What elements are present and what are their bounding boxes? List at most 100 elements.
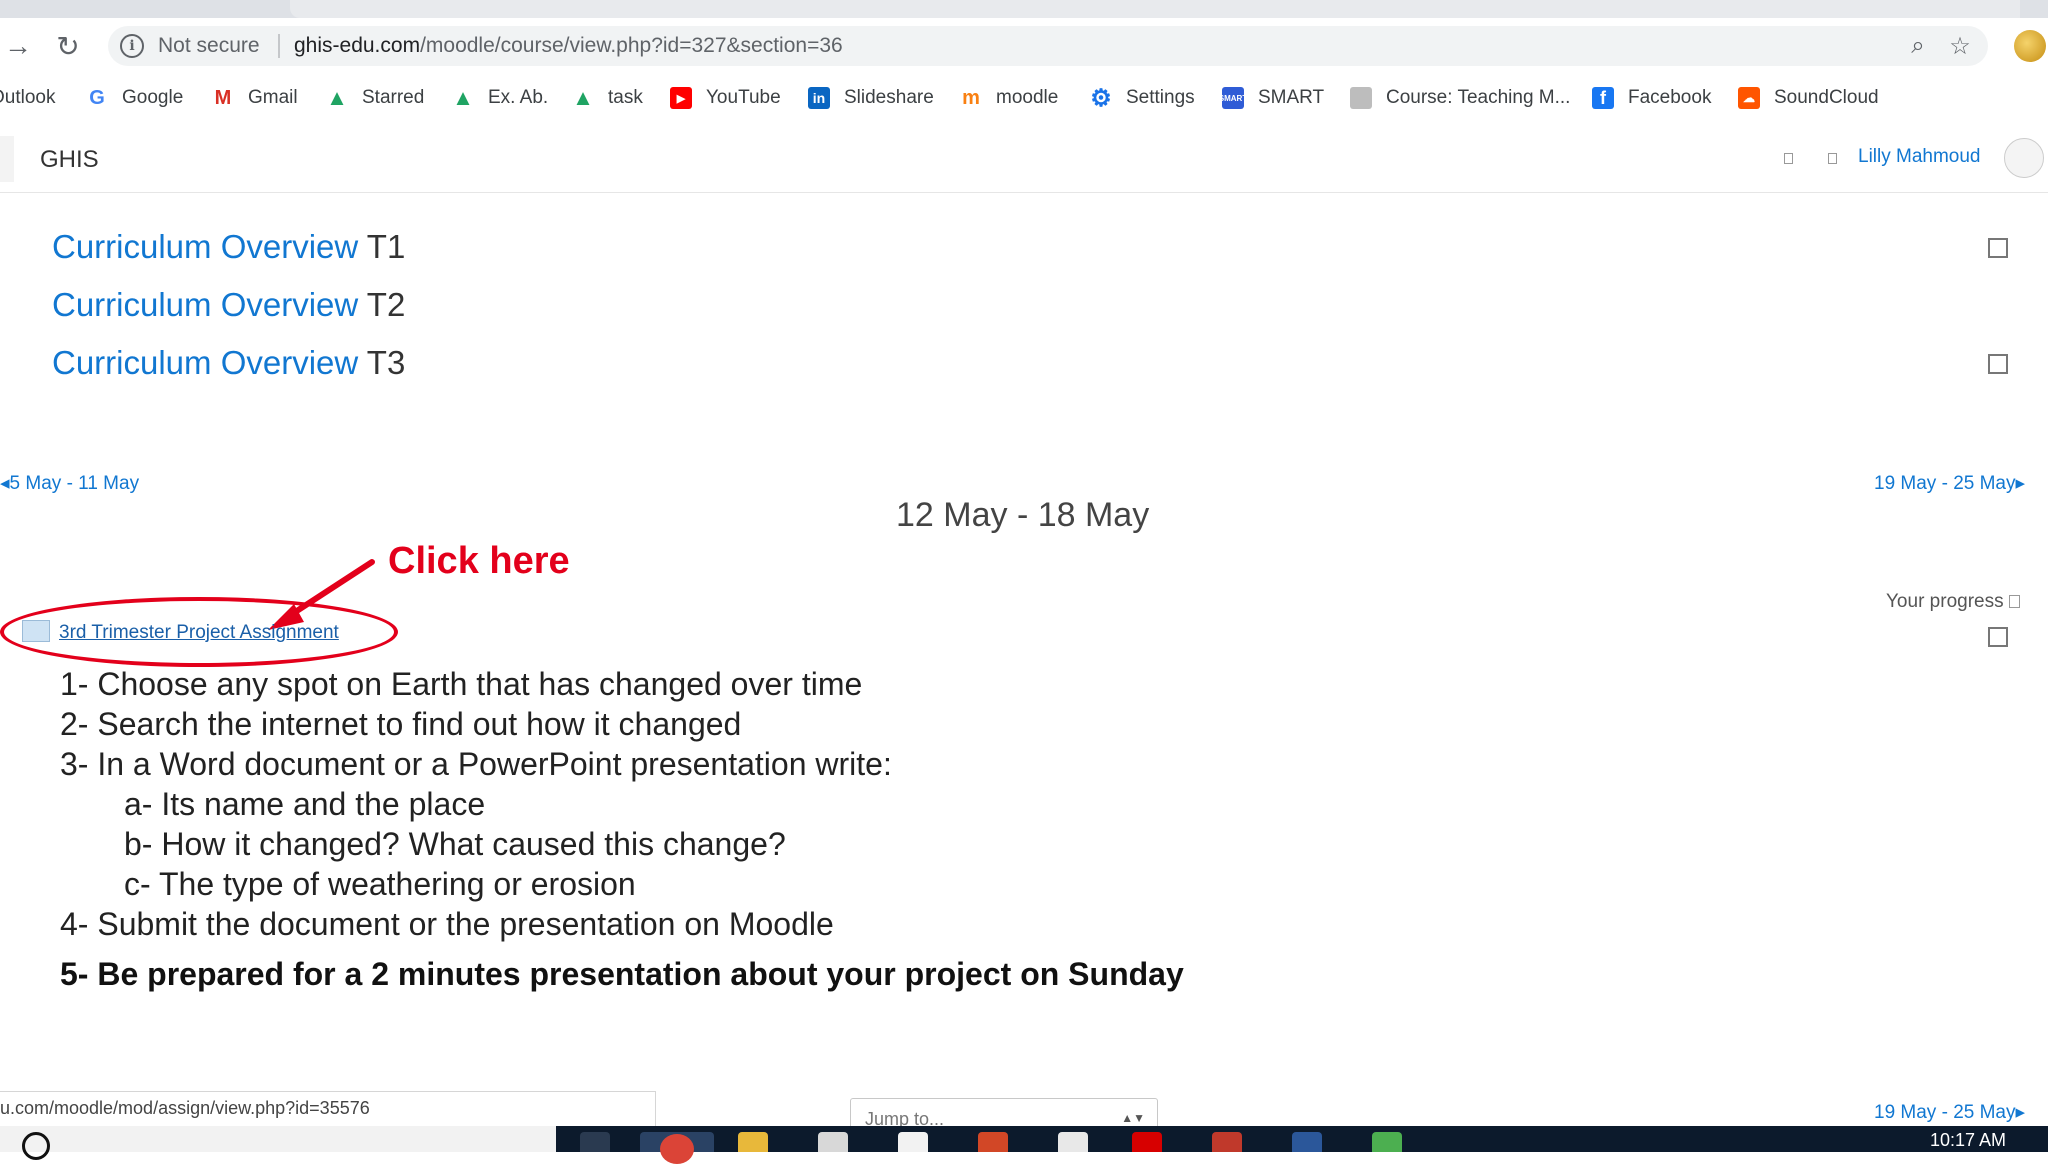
youtube-icon: ▶ — [670, 87, 692, 109]
bookmark-settings[interactable]: ⚙ Settings — [1090, 84, 1194, 112]
search-icon — [22, 1132, 50, 1160]
tab-strip — [0, 0, 2048, 18]
taskbar-clock[interactable]: 10:17 AM — [1930, 1130, 2006, 1151]
step-5: 5- Be prepared for a 2 minutes presentat… — [60, 956, 1184, 992]
app-icon[interactable] — [1372, 1132, 1402, 1152]
step-1: 1- Choose any spot on Earth that has cha… — [60, 666, 863, 702]
powerpoint-icon[interactable] — [978, 1132, 1008, 1152]
info-icon[interactable]: i — [120, 34, 144, 58]
bookmark-label: task — [608, 87, 643, 108]
bookmark-label: Gmail — [248, 87, 298, 108]
app-icon[interactable] — [1058, 1132, 1088, 1152]
google-drive-icon: ▲ — [326, 85, 348, 110]
bookmark-moodle[interactable]: m moodle — [960, 84, 1058, 112]
bookmark-label: YouTube — [706, 87, 781, 108]
prev-week-label: 5 May - 11 May — [9, 473, 140, 494]
address-bar[interactable]: i Not secure ghis-edu.com/moodle/course/… — [108, 26, 1988, 66]
drawer-toggle[interactable] — [0, 136, 14, 182]
curriculum-link-text[interactable]: Curriculum Overview — [52, 286, 358, 323]
completion-checkbox[interactable] — [1988, 238, 2008, 258]
messages-icon[interactable] — [1828, 153, 1837, 164]
profile-avatar[interactable] — [2014, 30, 2046, 62]
moodle-icon: m — [962, 86, 980, 109]
step-3c: c- The type of weathering or erosion — [124, 866, 636, 902]
bookmark-soundcloud[interactable]: ☁ SoundCloud — [1738, 84, 1879, 112]
completion-checkbox[interactable] — [1988, 354, 2008, 374]
security-label: Not secure — [158, 34, 260, 57]
word-icon[interactable] — [1292, 1132, 1322, 1152]
bookmark-label: SoundCloud — [1774, 87, 1879, 108]
bookmark-label: Outlook — [0, 87, 56, 108]
assignment-link[interactable]: 3rd Trimester Project Assignment — [59, 622, 339, 644]
chrome-taskbar-icon[interactable] — [640, 1132, 714, 1164]
user-name[interactable]: Lilly Mahmoud — [1858, 146, 1981, 168]
app-icon[interactable] — [1132, 1132, 1162, 1152]
curriculum-overview-t2[interactable]: Curriculum Overview T2 — [52, 286, 405, 324]
status-bar-url: u.com/moodle/mod/assign/view.php?id=3557… — [0, 1091, 656, 1127]
url-host: ghis-edu.com — [294, 34, 421, 57]
google-drive-icon: ▲ — [572, 85, 594, 110]
task-view-icon[interactable] — [580, 1132, 610, 1152]
assignment-completion-checkbox[interactable] — [1988, 627, 2008, 647]
bookmark-label: Starred — [362, 87, 425, 108]
active-tab[interactable] — [290, 0, 2020, 18]
google-drive-icon: ▲ — [452, 85, 474, 110]
curriculum-overview-t3[interactable]: Curriculum Overview T3 — [52, 344, 405, 382]
bookmark-gmail[interactable]: M Gmail — [212, 84, 298, 112]
help-icon[interactable] — [2008, 595, 2020, 609]
bookmark-label: Google — [122, 87, 184, 108]
next-week-label: 19 May - 25 May — [1874, 473, 2016, 494]
prev-week-link[interactable]: ◂5 May - 11 May — [0, 472, 139, 495]
assignment-icon — [22, 620, 50, 642]
curriculum-link-text[interactable]: Curriculum Overview — [52, 344, 358, 381]
next-week-link-bottom[interactable]: 19 May - 25 May▸ — [1874, 1101, 2025, 1124]
zoom-icon[interactable]: ⌕ — [1904, 32, 1932, 60]
site-brand[interactable]: GHIS — [40, 146, 99, 174]
bookmark-course[interactable]: Course: Teaching M... — [1350, 84, 1570, 112]
next-week-link[interactable]: 19 May - 25 May▸ — [1874, 472, 2025, 495]
file-explorer-icon[interactable] — [738, 1132, 768, 1152]
bookmark-outlook[interactable]: Outlook — [0, 84, 55, 112]
bookmark-facebook[interactable]: f Facebook — [1592, 84, 1711, 112]
curriculum-term: T1 — [366, 228, 406, 265]
linkedin-icon: in — [808, 87, 830, 109]
bookmark-slideshare[interactable]: in Slideshare — [808, 84, 934, 112]
bookmark-starred[interactable]: ▲ Starred — [326, 84, 424, 112]
user-avatar[interactable] — [2004, 138, 2044, 178]
bookmarks-bar: Outlook G Google M Gmail ▲ Starred ▲ Ex. Ab.… — [0, 74, 2048, 125]
gear-icon: ⚙ — [1090, 84, 1112, 112]
soundcloud-icon: ☁ — [1738, 87, 1760, 109]
step-2: 2- Search the internet to find out how i… — [60, 706, 742, 742]
store-icon[interactable] — [818, 1132, 848, 1152]
reload-icon[interactable]: ↻ — [50, 28, 86, 64]
url-path: /moodle/course/view.php?id=327&section=3… — [420, 34, 843, 57]
bookmark-ex-ab[interactable]: ▲ Ex. Ab. — [452, 84, 548, 112]
gmail-icon: M — [212, 87, 234, 109]
url-text[interactable]: ghis-edu.com/moodle/course/view.php?id=3… — [294, 34, 843, 58]
bookmark-smart[interactable]: SMART SMART — [1219, 84, 1324, 112]
facebook-icon: f — [1592, 87, 1614, 109]
app-icon[interactable] — [1212, 1132, 1242, 1152]
star-icon[interactable]: ☆ — [1946, 32, 1974, 60]
curriculum-overview-t1[interactable]: Curriculum Overview T1 — [52, 228, 405, 266]
select-arrows-icon: ▲▼ — [1121, 1111, 1145, 1125]
forward-icon[interactable]: → — [0, 28, 36, 64]
bookmark-label: Ex. Ab. — [488, 87, 549, 108]
google-icon: G — [86, 87, 108, 109]
curriculum-term: T3 — [366, 344, 406, 381]
progress-label: Your progress — [1886, 591, 2020, 613]
taskbar-search[interactable] — [0, 1126, 556, 1160]
next-week-label: 19 May - 25 May — [1874, 1102, 2016, 1123]
bookmark-youtube[interactable]: ▶ YouTube — [670, 84, 781, 112]
app-icon[interactable] — [898, 1132, 928, 1152]
notifications-icon[interactable] — [1784, 153, 1793, 164]
curriculum-link-text[interactable]: Curriculum Overview — [52, 228, 358, 265]
bookmark-task[interactable]: ▲ task — [572, 84, 643, 112]
step-4: 4- Submit the document or the presentati… — [60, 906, 834, 942]
bookmark-label: Slideshare — [844, 87, 934, 108]
bookmark-google[interactable]: G Google — [86, 84, 183, 112]
address-separator — [278, 34, 280, 58]
step-3a: a- Its name and the place — [124, 786, 486, 822]
moodle-navbar: GHIS Lilly Mahmoud — [0, 124, 2048, 193]
bookmark-label: Course: Teaching M... — [1386, 87, 1571, 108]
